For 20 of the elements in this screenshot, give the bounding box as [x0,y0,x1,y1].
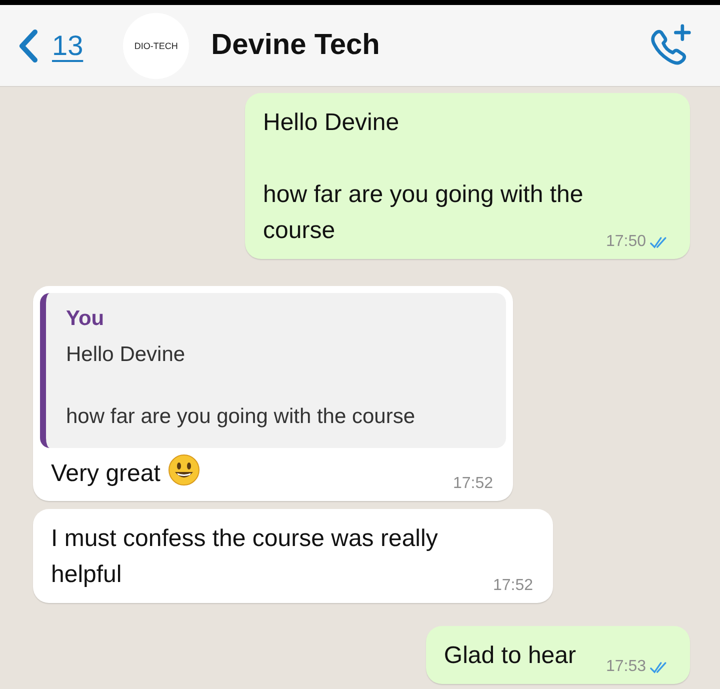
quote-author: You [66,307,106,331]
message-bubble[interactable]: Glad to hear 17:53 [426,626,690,684]
message-time: 17:52 [452,475,493,493]
message-text: I must confess the course was really helpful [51,525,439,588]
message-bubble[interactable]: I must confess the course was really helpful 17:52 [33,509,553,603]
back-icon[interactable] [18,28,38,62]
message-text: Hello Devine how far are you going with the course [263,109,584,244]
message-text: Very great [51,460,160,487]
quoted-message[interactable]: You Hello Devine how far are you going with the course [40,293,506,448]
message-bubble[interactable]: Hello Devine how far are you going with the course 17:50 [245,93,690,259]
quote-text: Hello Devine how far are you going with the course [66,342,416,430]
contact-avatar[interactable]: DIO-TECH [123,12,190,78]
avatar-text: DIO-TECH [134,40,178,50]
message-text: Glad to hear [444,642,576,669]
contact-name[interactable]: Devine Tech [211,29,646,62]
message-time: 17:53 [606,658,646,676]
message-time: 17:50 [606,233,646,251]
back-link[interactable]: 13 [52,30,84,62]
message-time: 17:52 [492,577,533,595]
message-bubble[interactable]: You Hello Devine how far are you going with the course Very great 17:52 [33,286,513,501]
